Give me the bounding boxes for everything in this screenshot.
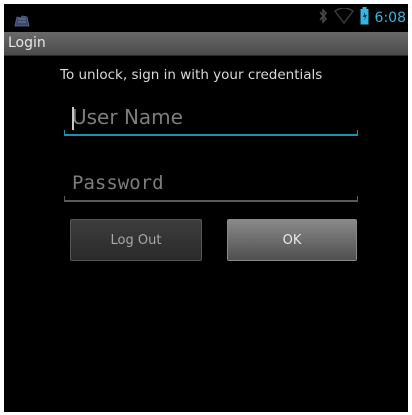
password-field[interactable] <box>64 168 358 202</box>
password-underline <box>64 196 358 202</box>
log-out-button[interactable]: Log Out <box>70 219 202 261</box>
unlock-instruction: To unlock, sign in with your credentials <box>60 67 323 83</box>
password-input[interactable] <box>64 168 352 198</box>
bluetooth-icon <box>318 8 328 28</box>
text-cursor <box>72 107 74 130</box>
wifi-icon <box>333 7 354 28</box>
username-field[interactable] <box>64 102 358 136</box>
username-input[interactable] <box>64 102 352 132</box>
ok-button[interactable]: OK <box>227 219 357 261</box>
status-icons: 6:08 <box>318 7 406 29</box>
app-notification-icon <box>14 12 30 27</box>
battery-icon <box>360 7 369 29</box>
status-bar: 6:08 <box>4 4 408 32</box>
page-title: Login <box>8 35 46 51</box>
title-bar: Login <box>4 32 408 56</box>
clock-time: 6:08 <box>374 10 406 26</box>
device-screen: 6:08 Login To unlock, sign in with your … <box>4 4 408 412</box>
username-underline <box>64 130 358 136</box>
